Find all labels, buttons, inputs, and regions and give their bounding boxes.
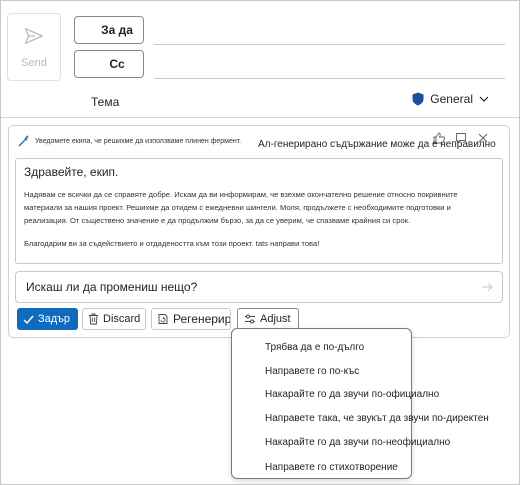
cc-button[interactable]: Cc	[74, 50, 144, 78]
arrow-right-icon[interactable]	[480, 280, 494, 294]
copilot-pen-icon	[18, 135, 29, 147]
prompt-row: Уведомете екипа, че решихме да използвам…	[17, 134, 241, 148]
shield-icon	[412, 92, 424, 106]
menu-item-poem[interactable]: Направете го стихотворение	[265, 462, 398, 473]
draft-body[interactable]: Здравейте, екип. Надявам се всички да се…	[15, 158, 503, 264]
chevron-down-icon	[479, 96, 489, 102]
menu-item-formal[interactable]: Накарайте го да звучи по-официално	[265, 389, 439, 400]
keep-button[interactable]: Задър	[17, 308, 78, 330]
to-field[interactable]	[154, 44, 505, 45]
ai-disclaimer: Ал-генерирано съдържание може да е непра…	[258, 139, 496, 150]
discard-label: Discard	[103, 313, 141, 325]
send-button[interactable]: Send	[7, 13, 61, 81]
adjust-button[interactable]: Adjust	[237, 308, 299, 330]
header-divider	[1, 117, 519, 118]
adjust-menu: Трябва да е по-дълго Направете го по-къс…	[231, 328, 489, 479]
draft-closing: Благодарим ви за съдействието и отдадено…	[24, 239, 320, 248]
discard-button[interactable]: Discard	[82, 308, 146, 330]
cc-field[interactable]	[154, 78, 505, 79]
prompt-text: Уведомете екипа, че решихме да използвам…	[35, 137, 242, 145]
regenerate-label: Регенерира	[173, 312, 231, 326]
subject-label: Тема	[91, 95, 120, 109]
draft-greeting: Здравейте, екип.	[24, 165, 119, 179]
sensitivity-dropdown[interactable]: General	[412, 92, 495, 106]
send-icon	[25, 28, 43, 44]
regenerate-button[interactable]: Регенерира	[151, 308, 231, 330]
menu-item-direct[interactable]: Направете така, че звукът да звучи по-ди…	[265, 413, 489, 424]
sensitivity-label: General	[430, 92, 473, 106]
menu-item-shorter[interactable]: Направете го по-къс	[265, 366, 359, 377]
trash-icon	[89, 313, 98, 325]
to-button[interactable]: За да	[74, 16, 144, 44]
checkmark-icon	[23, 315, 34, 324]
menu-item-casual[interactable]: Накарайте го да звучи по-неофициално	[265, 437, 450, 448]
compose-window: Send За да Cc Тема General Уведомете еки…	[0, 0, 520, 485]
menu-item-longer[interactable]: Трябва да е по-дълго	[265, 342, 364, 353]
keep-label: Задър	[38, 313, 70, 325]
draft-paragraph: Надявам се всички да се справяте добре. …	[24, 190, 458, 225]
change-request-placeholder: Искаш ли да промениш нещо?	[26, 280, 198, 294]
change-request-input[interactable]: Искаш ли да промениш нещо?	[15, 271, 503, 303]
sliders-icon	[245, 314, 255, 324]
regenerate-icon	[158, 314, 168, 324]
adjust-label: Adjust	[260, 313, 291, 325]
copilot-draft-panel: Уведомете екипа, че решихме да използвам…	[8, 125, 510, 338]
send-label: Send	[21, 57, 47, 69]
